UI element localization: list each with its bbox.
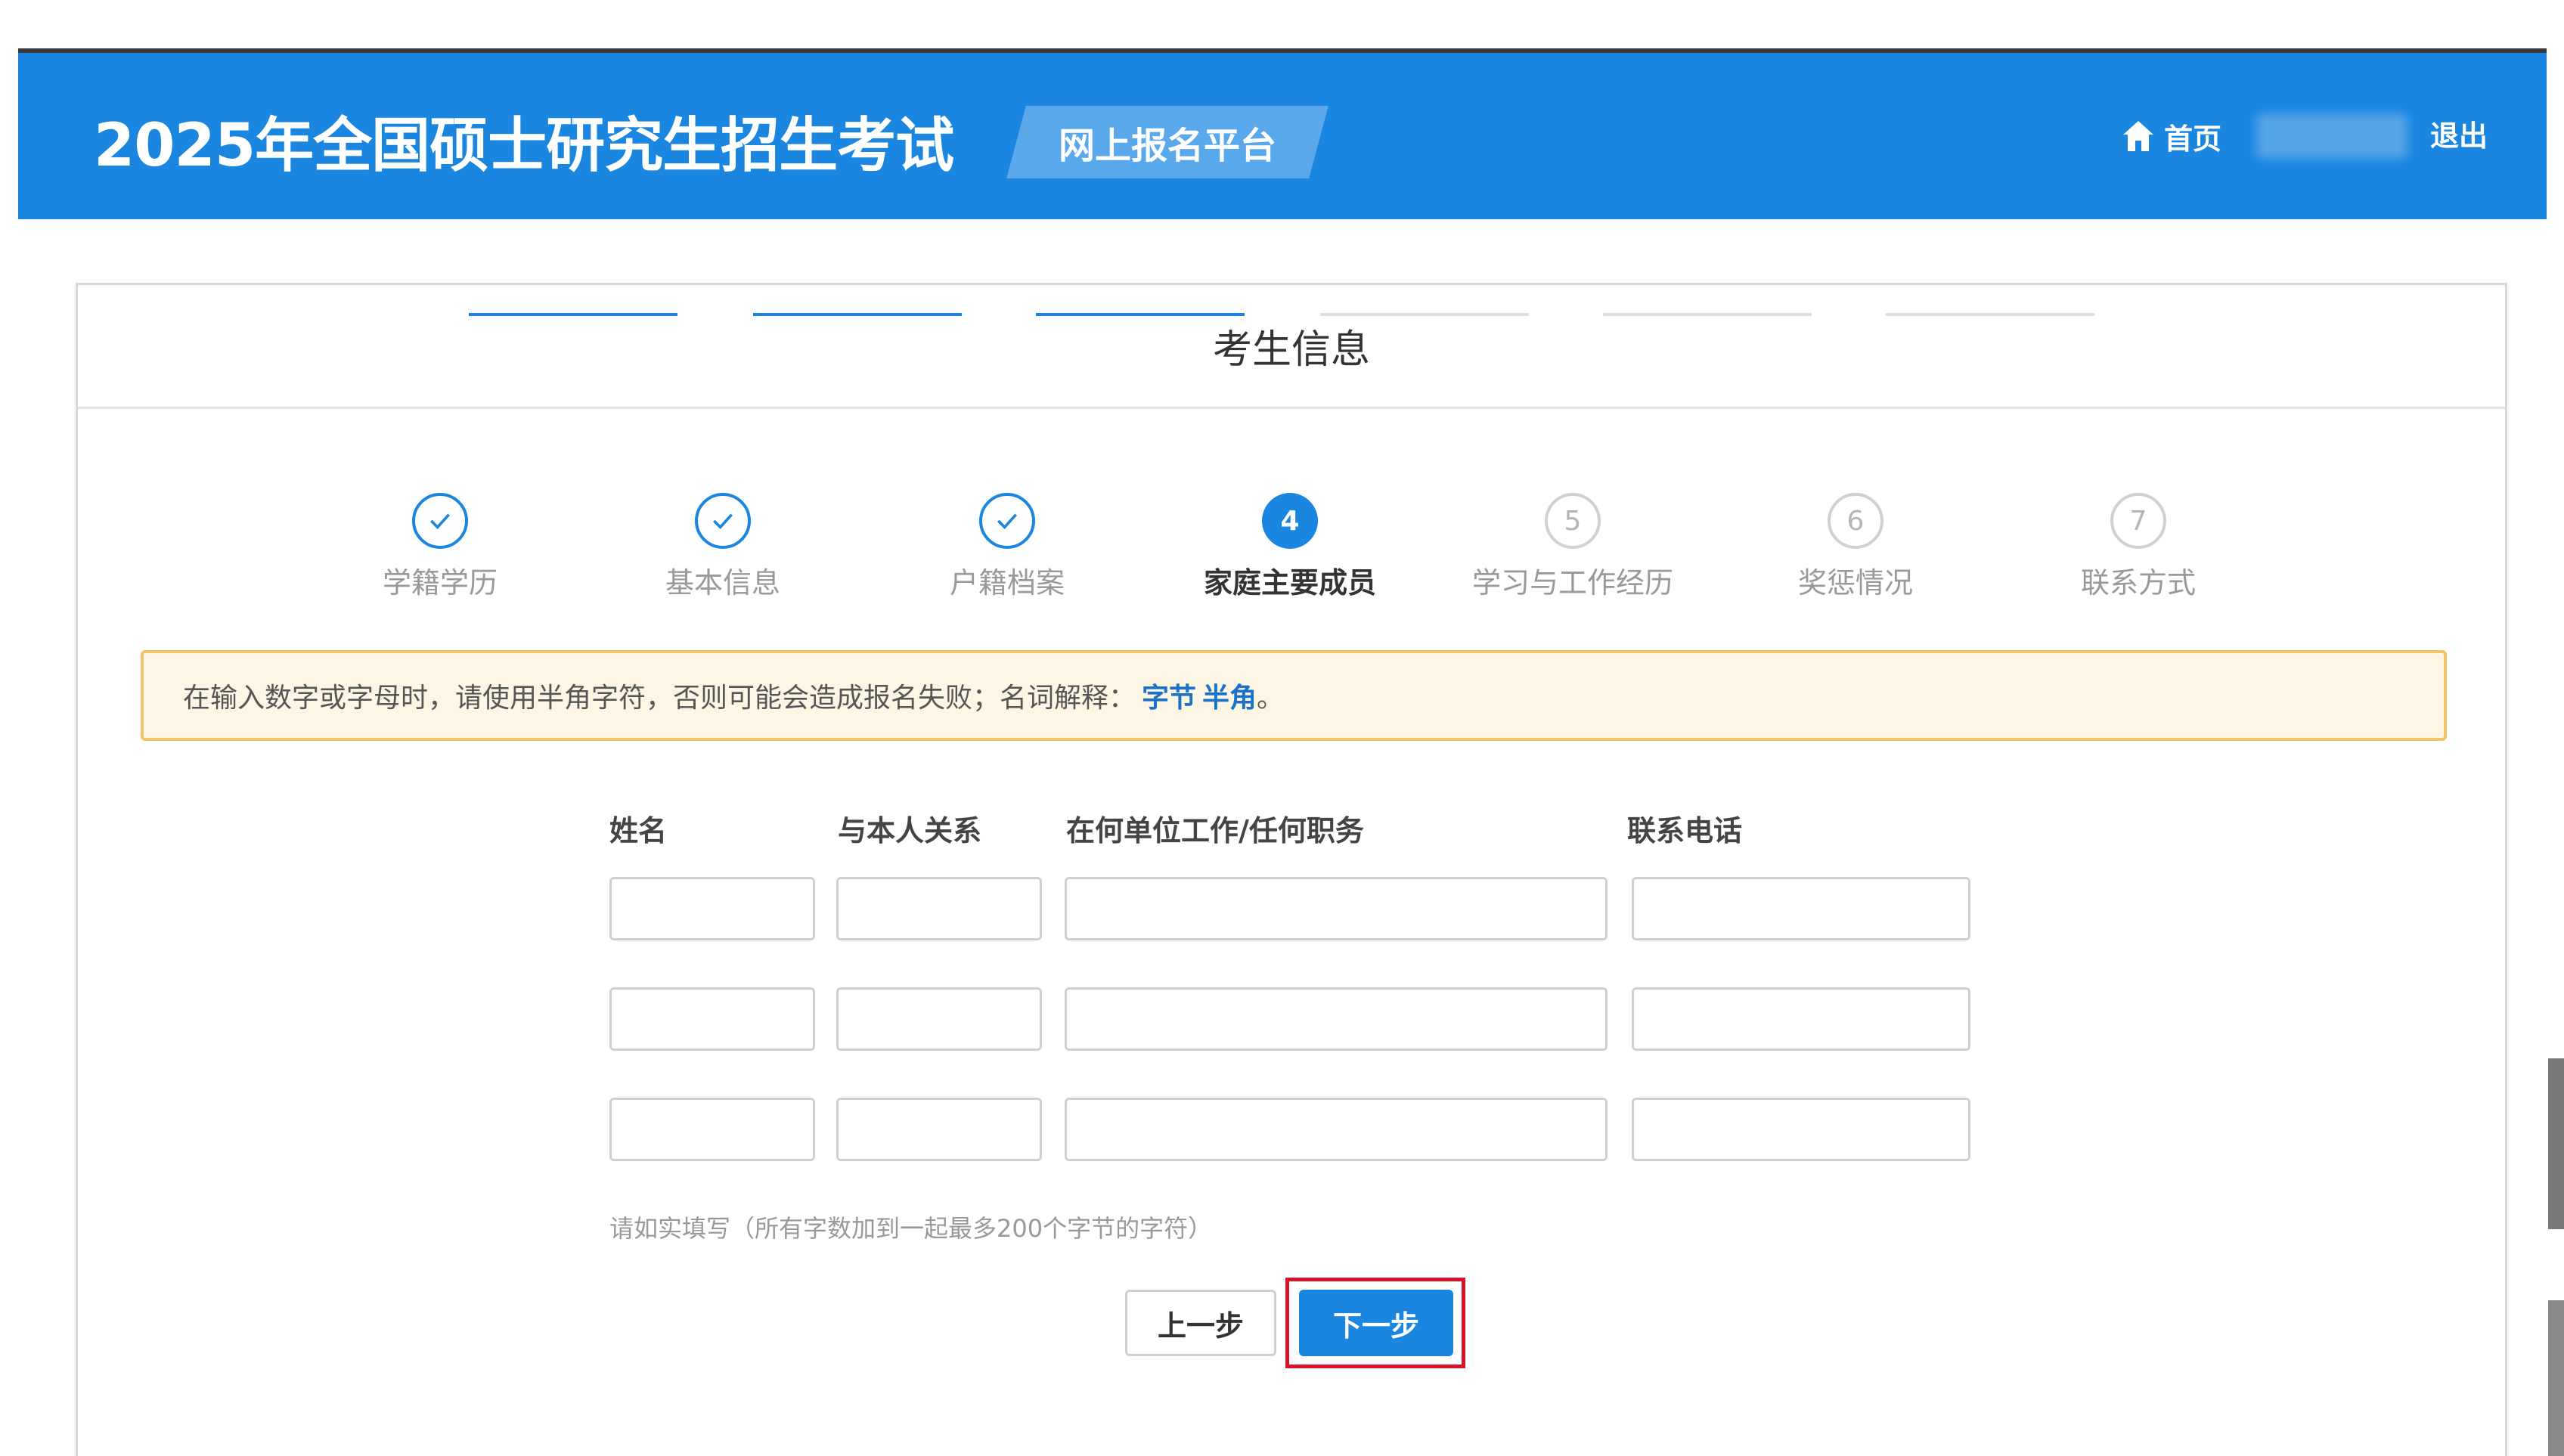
prev-step-button[interactable]: 上一步 xyxy=(1125,1290,1276,1356)
step-number: 4 xyxy=(1262,493,1318,549)
step-connector-6 xyxy=(1886,313,2094,316)
step-label: 学籍学历 xyxy=(382,566,498,599)
step-label: 奖惩情况 xyxy=(1797,566,1913,599)
member-phone-input[interactable] xyxy=(1632,1098,1970,1161)
step-connector-5 xyxy=(1603,313,1812,316)
member-relation-input[interactable] xyxy=(836,877,1042,940)
site-title: 2025年全国硕士研究生招生考试 xyxy=(94,112,954,180)
member-phone-input[interactable] xyxy=(1632,877,1970,940)
halfwidth-notice: 在输入数字或字母时，请使用半角字符，否则可能会造成报名失败；名词解释： 字节 半… xyxy=(141,650,2447,741)
check-icon xyxy=(412,493,468,549)
step-xuexi-gongzuo: 5 学习与工作经历 xyxy=(1467,493,1679,601)
member-work-input[interactable] xyxy=(1065,1098,1608,1161)
step-number: 6 xyxy=(1828,493,1883,549)
step-connector-3 xyxy=(1036,313,1245,316)
member-name-input[interactable] xyxy=(609,1098,815,1161)
step-label: 户籍档案 xyxy=(949,566,1065,599)
home-link[interactable]: 首页 xyxy=(2120,113,2221,159)
notice-text: 在输入数字或字母时，请使用半角字符，否则可能会造成报名失败；名词解释： xyxy=(183,683,1136,714)
user-name-redacted xyxy=(2256,113,2407,159)
step-lianxi-fangshi: 7 联系方式 xyxy=(2032,493,2244,601)
panel-header: 考生信息 xyxy=(78,285,2505,409)
notice-end: 。 xyxy=(1257,683,1285,714)
step-huji-dangan: 户籍档案 xyxy=(901,493,1113,601)
step-number: 7 xyxy=(2110,493,2166,549)
check-icon xyxy=(695,493,751,549)
byte-link[interactable]: 字节 xyxy=(1142,676,1196,715)
home-label: 首页 xyxy=(2164,122,2222,156)
step-label: 联系方式 xyxy=(2080,566,2196,599)
step-label: 基本信息 xyxy=(665,566,780,599)
member-work-input[interactable] xyxy=(1065,877,1608,940)
step-jiben-xinxi: 基本信息 xyxy=(617,493,829,601)
column-header-relation: 与本人关系 xyxy=(838,814,982,847)
site-header: 2025年全国硕士研究生招生考试 网上报名平台 首页 退出 xyxy=(18,53,2547,219)
halfwidth-link[interactable]: 半角 xyxy=(1202,676,1257,715)
check-icon xyxy=(979,493,1035,549)
member-relation-input[interactable] xyxy=(836,987,1042,1051)
step-label: 学习与工作经历 xyxy=(1471,566,1673,599)
platform-badge: 网上报名平台 xyxy=(1006,106,1329,178)
step-connector-2 xyxy=(753,313,962,316)
member-phone-input[interactable] xyxy=(1632,987,1970,1051)
column-header-work: 在何单位工作/任何职务 xyxy=(1066,814,1364,847)
column-header-name: 姓名 xyxy=(609,814,668,847)
member-name-input[interactable] xyxy=(609,987,815,1051)
step-xueji-xueli: 学籍学历 xyxy=(334,493,546,601)
panel-title: 考生信息 xyxy=(1212,327,1370,373)
scrollbar-edge xyxy=(2548,1058,2564,1229)
scrollbar-edge-lower xyxy=(2548,1300,2564,1456)
column-header-phone: 联系电话 xyxy=(1627,814,1743,847)
step-connector-4 xyxy=(1320,313,1529,316)
logout-link[interactable]: 退出 xyxy=(2430,113,2488,159)
home-icon xyxy=(2123,121,2153,151)
platform-badge-label: 网上报名平台 xyxy=(1058,125,1276,167)
fill-hint: 请如实填写（所有字数加到一起最多200个字节的字符） xyxy=(609,1214,1213,1243)
member-relation-input[interactable] xyxy=(836,1098,1042,1161)
next-step-button[interactable]: 下一步 xyxy=(1299,1290,1453,1356)
step-jiangcheng: 6 奖惩情况 xyxy=(1750,493,1961,601)
member-name-input[interactable] xyxy=(609,877,815,940)
member-work-input[interactable] xyxy=(1065,987,1608,1051)
step-label: 家庭主要成员 xyxy=(1203,566,1376,599)
step-number: 5 xyxy=(1545,493,1601,549)
step-jiating-chengyuan: 4 家庭主要成员 xyxy=(1184,493,1396,601)
step-connector-1 xyxy=(469,313,677,316)
